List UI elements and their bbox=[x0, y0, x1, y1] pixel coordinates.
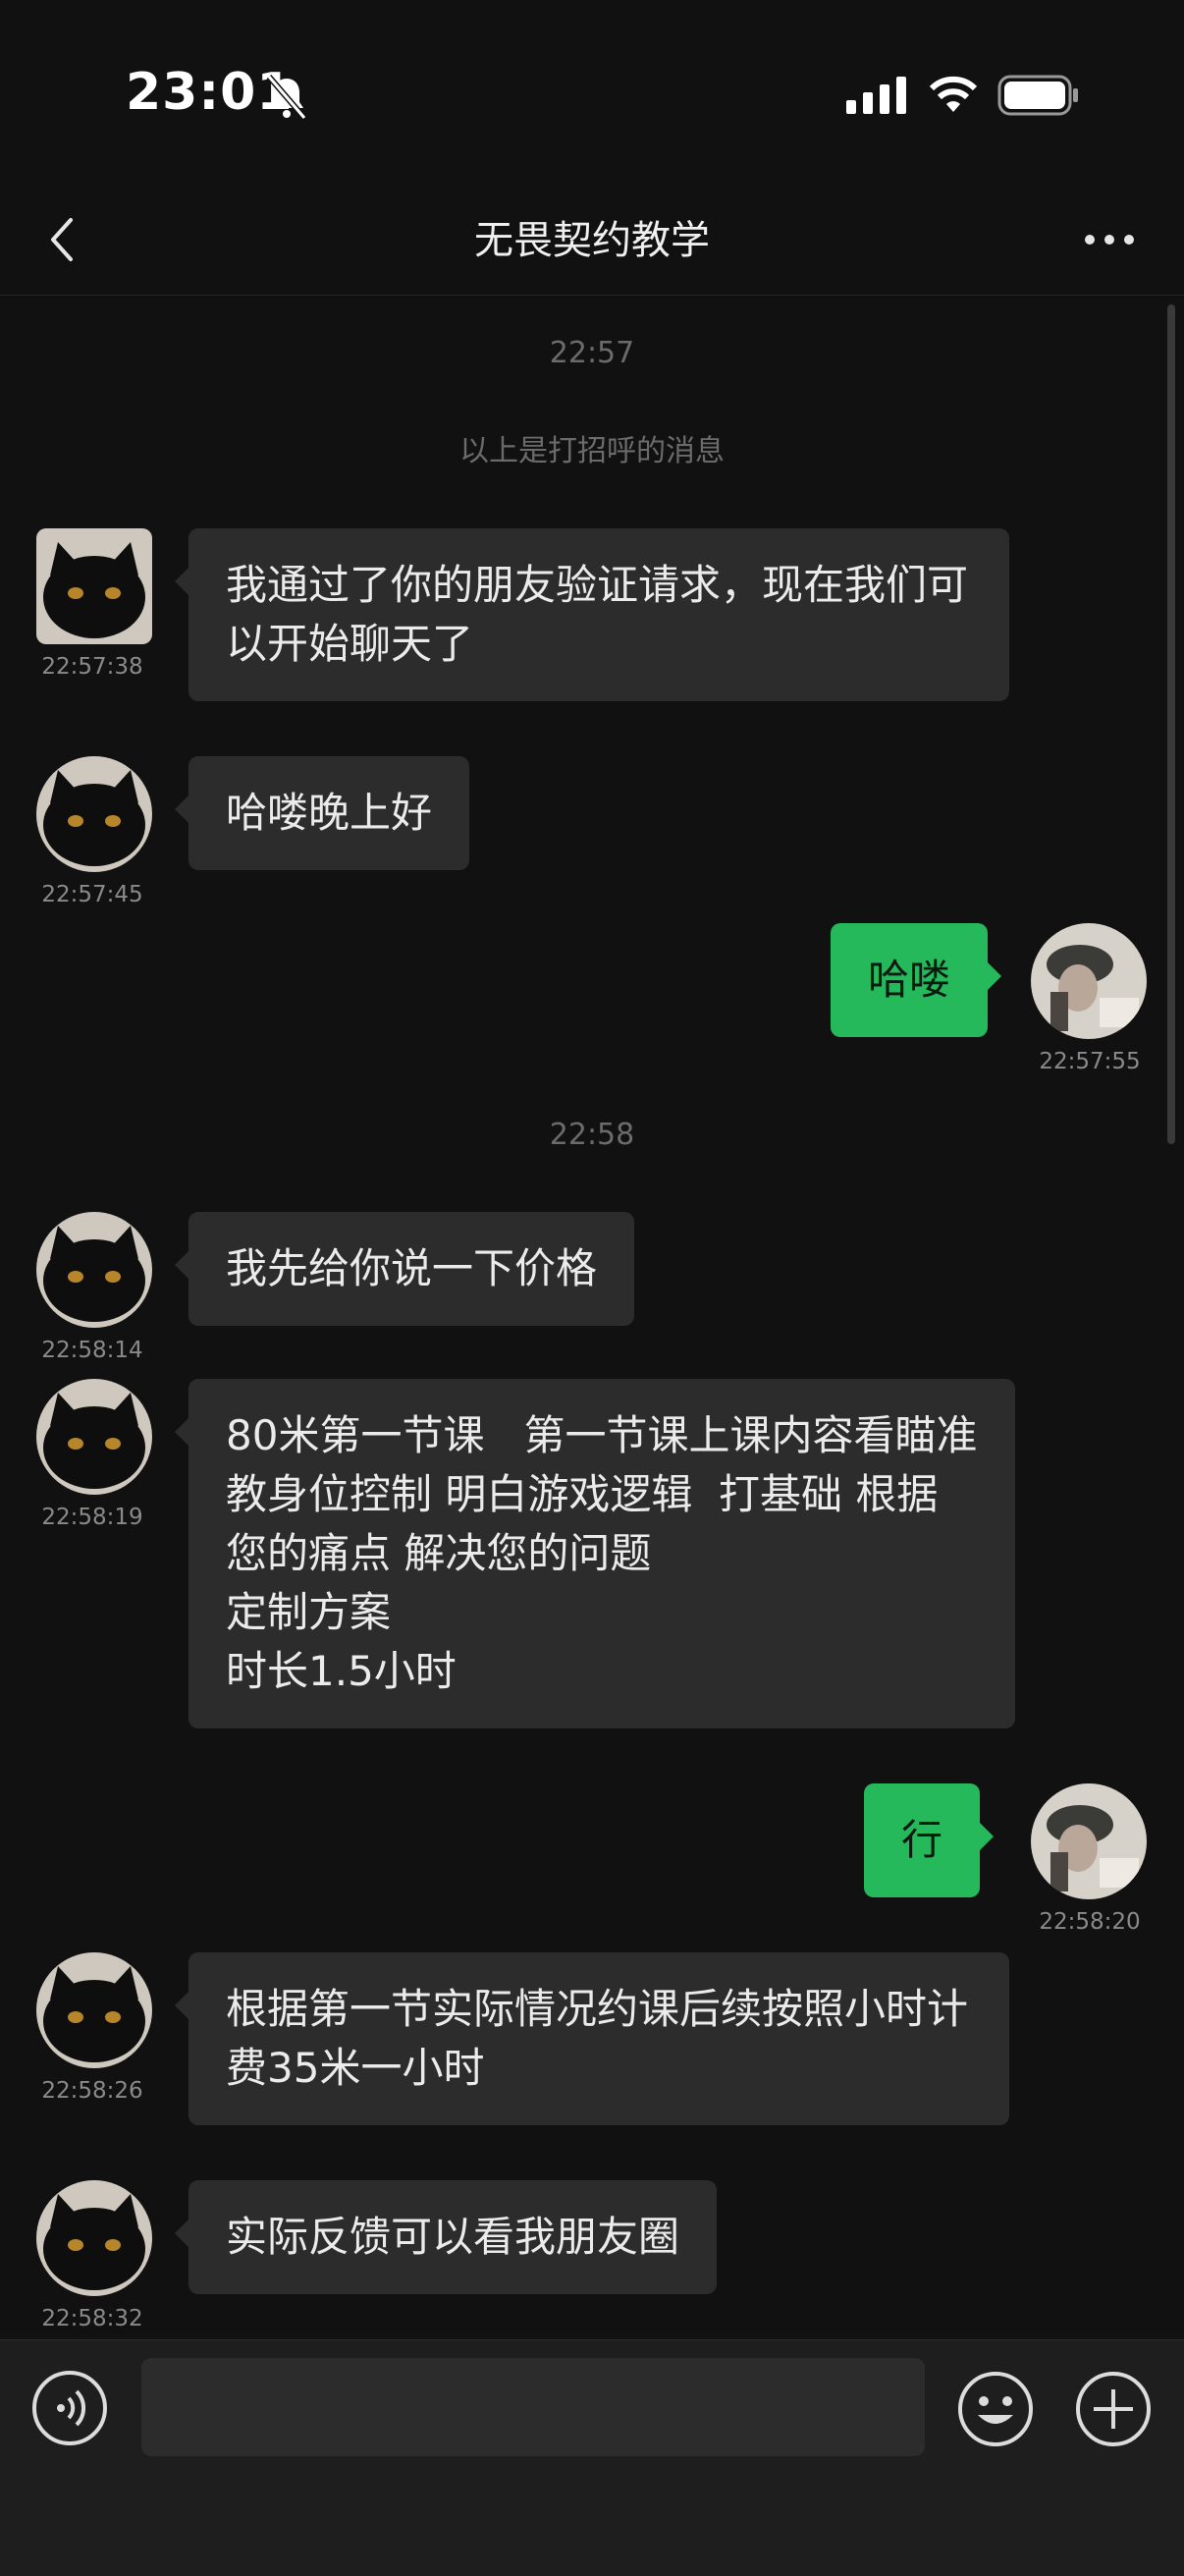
message-time: 22:57:38 bbox=[41, 654, 143, 680]
input-bar bbox=[0, 2339, 1184, 2576]
battery-icon bbox=[997, 75, 1078, 116]
message-time: 22:58:26 bbox=[41, 2078, 143, 2104]
black-cat-icon bbox=[36, 2180, 152, 2296]
emoji-icon[interactable] bbox=[956, 2370, 1035, 2448]
message-time: 22:58:19 bbox=[41, 1505, 143, 1530]
black-cat-icon bbox=[36, 1212, 152, 1328]
message-time: 22:58:14 bbox=[41, 1338, 143, 1363]
message-bubble[interactable]: 80米第一节课 第一节课上课内容看瞄准 教身位控制 明白游戏逻辑 打基础 根据您… bbox=[175, 1379, 1015, 1728]
cat-avatar[interactable] bbox=[36, 1379, 152, 1495]
sent-message-bubble[interactable]: 哈喽 bbox=[831, 923, 1002, 1037]
message-bubble[interactable]: 我通过了你的朋友验证请求，现在我们可以开始聊天了 bbox=[175, 528, 1009, 701]
system-note: 以上是打招呼的消息 bbox=[459, 434, 725, 468]
cat-avatar[interactable] bbox=[36, 1212, 152, 1328]
message-input[interactable] bbox=[141, 2358, 925, 2456]
black-cat-icon bbox=[36, 1952, 152, 2068]
message-time: 22:57:55 bbox=[1039, 1049, 1141, 1074]
cat-avatar[interactable] bbox=[36, 528, 152, 644]
black-cat-icon bbox=[36, 528, 152, 644]
black-cat-icon bbox=[36, 756, 152, 872]
status-bar: 23:01 bbox=[0, 0, 1184, 187]
cat-avatar[interactable] bbox=[36, 2180, 152, 2296]
time-divider: 22:57 bbox=[549, 336, 635, 370]
user-photo-icon bbox=[1031, 1783, 1147, 1899]
voice-icon[interactable] bbox=[31, 2370, 108, 2446]
message-bubble[interactable]: 根据第一节实际情况约课后续按照小时计费35米一小时 bbox=[175, 1952, 1009, 2125]
bell-muted-icon bbox=[266, 75, 307, 120]
cat-avatar[interactable] bbox=[36, 1952, 152, 2068]
black-cat-icon bbox=[36, 1379, 152, 1495]
cat-avatar[interactable] bbox=[36, 756, 152, 872]
message-bubble[interactable]: 我先给你说一下价格 bbox=[174, 1212, 635, 1326]
user-avatar[interactable] bbox=[1031, 1783, 1147, 1899]
nav-bar: 无畏契约教学 bbox=[0, 187, 1184, 296]
plus-icon[interactable] bbox=[1074, 2370, 1153, 2448]
message-time: 22:58:32 bbox=[41, 2306, 143, 2331]
signal-icon bbox=[846, 77, 906, 114]
message-time: 22:58:20 bbox=[1039, 1909, 1141, 1935]
message-time: 22:57:45 bbox=[41, 882, 143, 907]
more-dots-icon[interactable] bbox=[1080, 220, 1139, 259]
wifi-icon bbox=[929, 76, 978, 112]
user-avatar[interactable] bbox=[1031, 923, 1147, 1039]
message-bubble[interactable]: 实际反馈可以看我朋友圈 bbox=[174, 2180, 718, 2294]
sent-message-bubble[interactable]: 行 bbox=[864, 1783, 995, 1897]
user-photo-icon bbox=[1031, 923, 1147, 1039]
time-divider: 22:58 bbox=[549, 1118, 635, 1152]
chat-title: 无畏契约教学 bbox=[474, 218, 710, 263]
message-bubble[interactable]: 哈喽晚上好 bbox=[174, 756, 470, 870]
